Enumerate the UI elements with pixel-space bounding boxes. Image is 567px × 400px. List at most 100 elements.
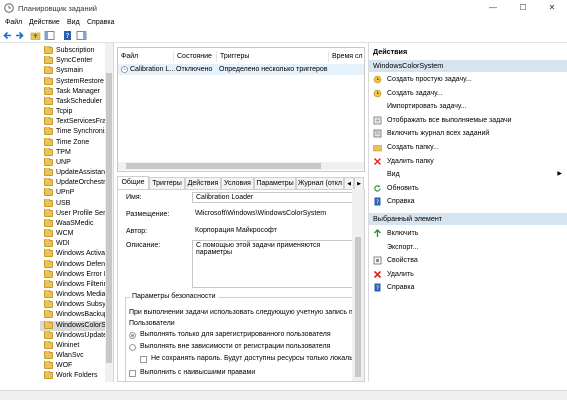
description-field[interactable]: С помощью этой задачи применяются параме… <box>192 240 354 288</box>
tree-folder-item[interactable]: SystemRestore <box>40 76 113 87</box>
menu-help[interactable]: Справка <box>84 17 117 28</box>
tree-folder-item[interactable]: Sysmain <box>40 66 113 76</box>
column-header-triggers[interactable]: Триггеры <box>217 51 329 62</box>
action-item[interactable]: Экспорт... <box>369 241 567 254</box>
tree-folder-item[interactable]: WaaSMedic <box>40 218 113 229</box>
tree-scroll-thumb[interactable] <box>106 73 112 363</box>
tree-folder-item[interactable]: Time Synchronization <box>40 127 113 137</box>
task-triggers-cell: Определено несколько триггеров <box>219 66 328 73</box>
maximize-button[interactable]: ☐ <box>508 0 538 17</box>
name-field[interactable]: Calibration Loader <box>192 192 354 203</box>
tree-folder-item[interactable]: Windows Subsystem For Linux <box>40 300 113 310</box>
action-item[interactable]: Создать задачу... <box>369 87 567 100</box>
task-list-hscroll-thumb[interactable] <box>126 163 321 169</box>
tree-folder-item[interactable]: Work Folders <box>40 371 113 381</box>
tree-folder-label: WindowsBackup <box>56 311 108 319</box>
tree-folder-item[interactable]: WCM <box>40 229 113 239</box>
tree-folder-item[interactable]: User Profile Service <box>40 208 113 219</box>
tree-folder-item[interactable]: Windows Error Reporting <box>40 269 113 280</box>
tree-folder-item[interactable]: Time Zone <box>40 137 113 148</box>
tree-folder-item[interactable]: SyncCenter <box>40 56 113 66</box>
tab-conditions[interactable]: Условия <box>221 177 254 189</box>
tree-folder-item[interactable]: UpdateOrchestrator <box>40 178 113 188</box>
column-header-next-run[interactable]: Время сл <box>329 51 364 62</box>
folder-up-icon[interactable] <box>30 30 41 41</box>
author-field[interactable]: Корпорация Майкрософт <box>192 226 354 235</box>
tab-scroll-right[interactable]: ▶ <box>354 177 364 189</box>
action-item[interactable]: Обновить <box>369 182 567 195</box>
task-name-cell: Calibration L... <box>130 66 176 73</box>
tree-scrollbar[interactable] <box>105 43 113 382</box>
tree-folder-item[interactable]: Windows Defender <box>40 259 113 270</box>
forward-arrow-icon[interactable] <box>14 30 25 41</box>
tree-folder-item[interactable]: WlanSvc <box>40 351 113 361</box>
menu-file[interactable]: Файл <box>2 17 25 28</box>
tree-folder-item[interactable]: USB <box>40 198 113 209</box>
tree-folder-item[interactable]: UpdateAssistant <box>40 168 113 178</box>
action-item[interactable]: Включить <box>369 227 567 240</box>
action-item[interactable]: Включить журнал всех заданий <box>369 127 567 140</box>
tree-folder-label: Wininet <box>56 341 80 349</box>
action-item[interactable]: ? Справка <box>369 195 567 208</box>
tree-folder-item[interactable]: TPM <box>40 147 113 158</box>
show-hide-tree-icon[interactable] <box>44 30 55 41</box>
tab-triggers[interactable]: Триггеры <box>149 177 185 189</box>
minimize-button[interactable]: — <box>478 0 508 17</box>
tree-folder-item[interactable]: Windows Activation Technologies <box>40 249 113 259</box>
action-item[interactable]: Вид ▶ <box>369 168 567 181</box>
column-header-status[interactable]: Состояние <box>174 51 217 62</box>
run-whether-logged-radio[interactable] <box>129 344 136 351</box>
actions-section-selected[interactable]: Выбранный элемент <box>369 213 567 225</box>
action-item[interactable]: Импортировать задачу... <box>369 100 567 113</box>
tree-folder-item[interactable]: WindowsBackup <box>40 310 113 320</box>
tree-folder-item[interactable]: Windows Media Sharing <box>40 290 113 300</box>
help-icon: ? <box>374 197 381 206</box>
table-row[interactable]: Calibration L... Отключено Определено не… <box>118 64 364 75</box>
menu-view[interactable]: Вид <box>64 17 83 28</box>
task-list-hscrollbar[interactable] <box>118 162 364 170</box>
tree-folder-item[interactable]: WOF <box>40 361 113 371</box>
tab-scroll-left[interactable]: ◀ <box>344 177 354 189</box>
tree-folder-item[interactable]: Tcpip <box>40 107 113 117</box>
back-arrow-icon[interactable] <box>2 30 13 41</box>
tree-folder-item[interactable]: UPnP <box>40 188 113 198</box>
tree-folder-item[interactable]: Subscription <box>40 46 113 56</box>
action-item[interactable]: Удалить папку <box>369 155 567 168</box>
security-account-line: При выполнении задачи использовать следу… <box>129 309 357 316</box>
details-vscroll-thumb[interactable] <box>355 237 361 377</box>
tree-folder-item[interactable]: UNP <box>40 157 113 168</box>
action-item[interactable]: Удалить <box>369 268 567 281</box>
tab-general[interactable]: Общие <box>117 176 149 189</box>
action-item[interactable]: ? Справка <box>369 281 567 294</box>
tree-folder-item[interactable]: TextServicesFramework <box>40 117 113 127</box>
tab-settings[interactable]: Параметры <box>254 177 296 189</box>
tree-folder-item[interactable]: WindowsUpdate <box>40 330 113 341</box>
actions-section-folder[interactable]: WindowsColorSystem <box>369 60 567 72</box>
details-vscrollbar[interactable] <box>352 189 364 381</box>
tab-history[interactable]: Журнал (откл <box>296 177 344 189</box>
show-hide-actions-icon[interactable] <box>76 30 87 41</box>
tree-folder-item[interactable]: WDI <box>40 239 113 249</box>
tree-folder-item[interactable]: WindowsColorSystem <box>40 320 113 331</box>
tree-folder-item[interactable]: Task Manager <box>40 86 113 97</box>
menu-action[interactable]: Действие <box>26 17 63 28</box>
tab-actions[interactable]: Действия <box>185 177 221 189</box>
action-item[interactable]: Свойства <box>369 254 567 267</box>
highest-privileges-checkbox[interactable] <box>129 370 136 377</box>
tree-folder-item[interactable]: Windows Filtering Platform <box>40 279 113 290</box>
tree-folder-label: Subscription <box>56 47 95 54</box>
tree-folder-label: Task Manager <box>56 87 100 95</box>
column-header-name[interactable]: Файл <box>118 51 174 62</box>
folder-icon <box>44 249 53 258</box>
help-book-icon[interactable]: ? <box>62 30 73 41</box>
run-logged-on-radio[interactable] <box>129 332 136 339</box>
tree-folder-label: USB <box>56 199 71 207</box>
do-not-store-password-checkbox[interactable] <box>140 356 147 363</box>
action-item[interactable]: Создать папку... <box>369 141 567 154</box>
close-button[interactable]: ✕ <box>537 0 567 17</box>
tree-folder-item[interactable]: TaskScheduler <box>40 96 113 107</box>
tree-folder-item[interactable]: Wininet <box>40 340 113 351</box>
action-item-label: Обновить <box>387 184 419 192</box>
action-item[interactable]: Отображать все выполняемые задачи <box>369 114 567 127</box>
action-item[interactable]: Создать простую задачу... <box>369 73 567 86</box>
